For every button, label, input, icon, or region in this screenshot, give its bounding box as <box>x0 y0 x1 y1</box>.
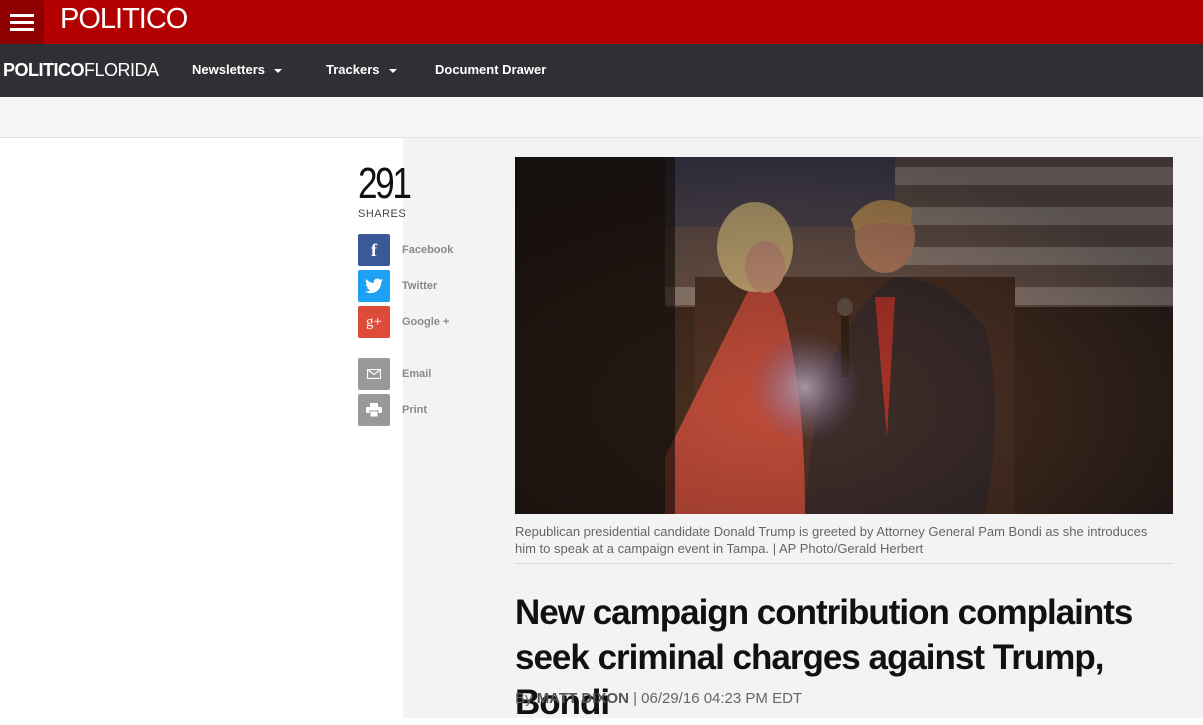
author-link[interactable]: MATT DIXON <box>537 690 629 707</box>
email-icon[interactable] <box>358 358 390 390</box>
share-label: SHARES <box>358 208 407 220</box>
twitter-icon[interactable] <box>358 270 390 302</box>
share-facebook[interactable]: f Facebook <box>358 234 453 266</box>
nav-document-drawer[interactable]: Document Drawer <box>435 62 546 78</box>
top-bar: POLITICO <box>0 0 1203 44</box>
timestamp: | 06/29/16 04:23 PM EDT <box>633 690 803 707</box>
nav-newsletters[interactable]: Newsletters <box>192 62 282 78</box>
politico-logo[interactable]: POLITICO <box>60 2 188 36</box>
hamburger-menu-icon[interactable] <box>0 0 44 44</box>
share-google-plus[interactable]: g+ Google + <box>358 306 449 338</box>
share-count: 291 <box>358 159 412 208</box>
byline: By MATT DIXON | 06/29/16 04:23 PM EDT <box>515 690 802 707</box>
share-twitter[interactable]: Twitter <box>358 270 437 302</box>
sub-header-bar <box>0 97 1203 138</box>
share-email[interactable]: Email <box>358 358 431 390</box>
photo-caption: Republican presidential candidate Donald… <box>515 524 1148 556</box>
nav-trackers[interactable]: Trackers <box>326 62 397 78</box>
article-photo <box>515 157 1173 514</box>
google-plus-icon[interactable]: g+ <box>358 306 390 338</box>
caret-down-icon <box>388 68 397 73</box>
share-print[interactable]: Print <box>358 394 427 426</box>
politico-florida-brand[interactable]: POLITICOFLORIDA <box>3 60 159 80</box>
divider <box>515 563 1173 564</box>
section-nav: POLITICOFLORIDA Newsletters Trackers Doc… <box>0 44 1203 97</box>
print-icon[interactable] <box>358 394 390 426</box>
byline-by: By <box>515 690 533 707</box>
caret-down-icon <box>273 68 282 73</box>
facebook-icon[interactable]: f <box>358 234 390 266</box>
